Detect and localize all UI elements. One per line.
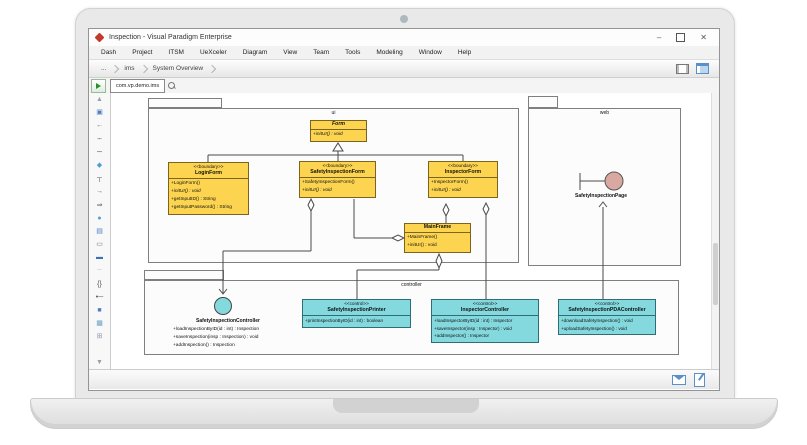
maximize-button[interactable]	[676, 33, 685, 42]
package-web-tab[interactable]	[528, 96, 558, 108]
boundary-safetyinspectionpage-label[interactable]: SafetyInspectionPage	[553, 193, 649, 199]
status-bar	[89, 369, 719, 389]
menu-dash[interactable]: Dash	[93, 49, 124, 56]
menu-team[interactable]: Team	[305, 49, 337, 56]
laptop-base-notch	[333, 399, 479, 413]
class-loginform[interactable]: <<boundary>> LoginForm +LoginForm() +ini…	[168, 162, 249, 215]
fork-tool-icon[interactable]: ┬	[93, 174, 107, 184]
diagram-canvas[interactable]: ui web controller	[111, 93, 711, 370]
note-tool-icon[interactable]: ▬	[93, 253, 107, 263]
class-safetyinspectionpdacontroller[interactable]: <<control>> SafetyInspectionPDAControlle…	[558, 299, 656, 335]
breadcrumb-ims[interactable]: ims	[120, 65, 138, 72]
scroll-up-icon[interactable]: ▲	[93, 95, 107, 105]
control-safetyinspectioncontroller-label[interactable]: SafetyInspectionController	[168, 318, 288, 324]
class-tool-icon[interactable]: ▣	[93, 108, 107, 118]
chevron-right-icon	[208, 64, 216, 72]
title-bar: Inspection - Visual Paradigm Enterprise …	[89, 29, 719, 47]
webcam-icon	[400, 15, 408, 23]
visual-paradigm-logo-icon	[95, 33, 105, 43]
fit-bounds-icon[interactable]	[676, 64, 689, 74]
chevron-right-icon	[139, 64, 147, 72]
package-controller-label: controller	[144, 282, 679, 288]
tab-com-vp-demo-ims[interactable]: com.vp.demo.ims	[110, 79, 165, 93]
chart-tool-icon[interactable]: ▦	[93, 319, 107, 329]
folder-tool-icon[interactable]: ■	[93, 306, 107, 316]
association-tool-icon[interactable]: ←	[93, 121, 107, 131]
run-model-button[interactable]	[91, 79, 106, 93]
class-inspectorform[interactable]: <<boundary>> InspectorForm +InspectorFor…	[428, 161, 498, 198]
lollipop-tool-icon[interactable]: •─	[93, 293, 107, 303]
tool-palette: ▲ ▣ ← ┅ ─ ◆ ┬ → ⇒ ● ▤ ▭ ▬ ┈ {} •─ ■ ▦ ⊞ …	[89, 93, 111, 370]
class-safetyinspectionprinter[interactable]: <<control>> SafetyInspectionPrinter +pri…	[302, 299, 411, 328]
diagram-panel-icon[interactable]	[696, 63, 709, 74]
minimize-button[interactable]: –	[657, 34, 661, 42]
breadcrumb-ellipsis[interactable]: ...	[97, 65, 110, 72]
package-ui-label: ui	[148, 110, 519, 116]
package-controller-tab[interactable]	[144, 270, 224, 280]
class-mainframe[interactable]: MainFrame +MainFrame() +initUI() : void	[404, 223, 471, 253]
vertical-scrollbar[interactable]	[711, 93, 719, 370]
window-title: Inspection - Visual Paradigm Enterprise	[109, 34, 232, 41]
tab-bar: com.vp.demo.ims	[89, 78, 719, 93]
menu-bar: Dash Project ITSM UeXceler Diagram View …	[89, 46, 719, 60]
multiplicity-tool-icon[interactable]: ┅	[93, 135, 107, 145]
breadcrumb-system-overview[interactable]: System Overview	[149, 65, 208, 72]
package-tool-icon[interactable]: ▤	[93, 227, 107, 237]
message-icon[interactable]	[672, 375, 686, 385]
package-web-label: web	[528, 110, 681, 116]
search-tab-icon[interactable]	[168, 82, 175, 89]
tab-label: com.vp.demo.ims	[116, 83, 159, 89]
anchor-tool-icon[interactable]: ─	[93, 148, 107, 158]
dependency-tool-icon[interactable]: →	[93, 187, 107, 197]
package-ui-tab[interactable]	[148, 98, 222, 108]
menu-project[interactable]: Project	[124, 49, 160, 56]
menu-modeling[interactable]: Modeling	[368, 49, 410, 56]
control-safetyinspectioncontroller-operations: +loadInspectionByID(id : int) : Inspecti…	[173, 326, 303, 350]
menu-view[interactable]: View	[275, 49, 305, 56]
class-form[interactable]: Form +initUI() : void	[310, 120, 367, 142]
palette-separator: ┈	[93, 266, 107, 276]
scroll-down-icon[interactable]: ▼	[93, 358, 107, 368]
scrollbar-thumb[interactable]	[713, 243, 718, 305]
menu-itsm[interactable]: ITSM	[160, 49, 192, 56]
app-window: Inspection - Visual Paradigm Enterprise …	[88, 28, 720, 391]
class-inspectorcontroller[interactable]: <<control>> InspectorController +loadIns…	[431, 299, 539, 343]
menu-diagram[interactable]: Diagram	[235, 49, 276, 56]
close-button[interactable]: ✕	[700, 34, 707, 42]
grid-tool-icon[interactable]: ⊞	[93, 332, 107, 342]
menu-window[interactable]: Window	[411, 49, 450, 56]
menu-tools[interactable]: Tools	[337, 49, 368, 56]
package-web[interactable]	[528, 108, 681, 266]
class-safetyinspectionform[interactable]: <<boundary>> SafetyInspectionForm +Safet…	[299, 161, 376, 198]
chevron-right-icon	[111, 64, 119, 72]
menu-uexceler[interactable]: UeXceler	[192, 49, 235, 56]
ellipse-tool-icon[interactable]: ●	[93, 214, 107, 224]
frame-tool-icon[interactable]: ▭	[93, 240, 107, 250]
decision-tool-icon[interactable]: ◆	[93, 161, 107, 171]
play-icon	[96, 83, 101, 89]
menu-help[interactable]: Help	[450, 49, 479, 56]
transition-tool-icon[interactable]: ⇒	[93, 201, 107, 211]
breadcrumb: ... ims System Overview	[89, 60, 719, 78]
constraint-tool-icon[interactable]: {}	[93, 280, 107, 290]
edit-document-icon[interactable]	[694, 373, 705, 387]
